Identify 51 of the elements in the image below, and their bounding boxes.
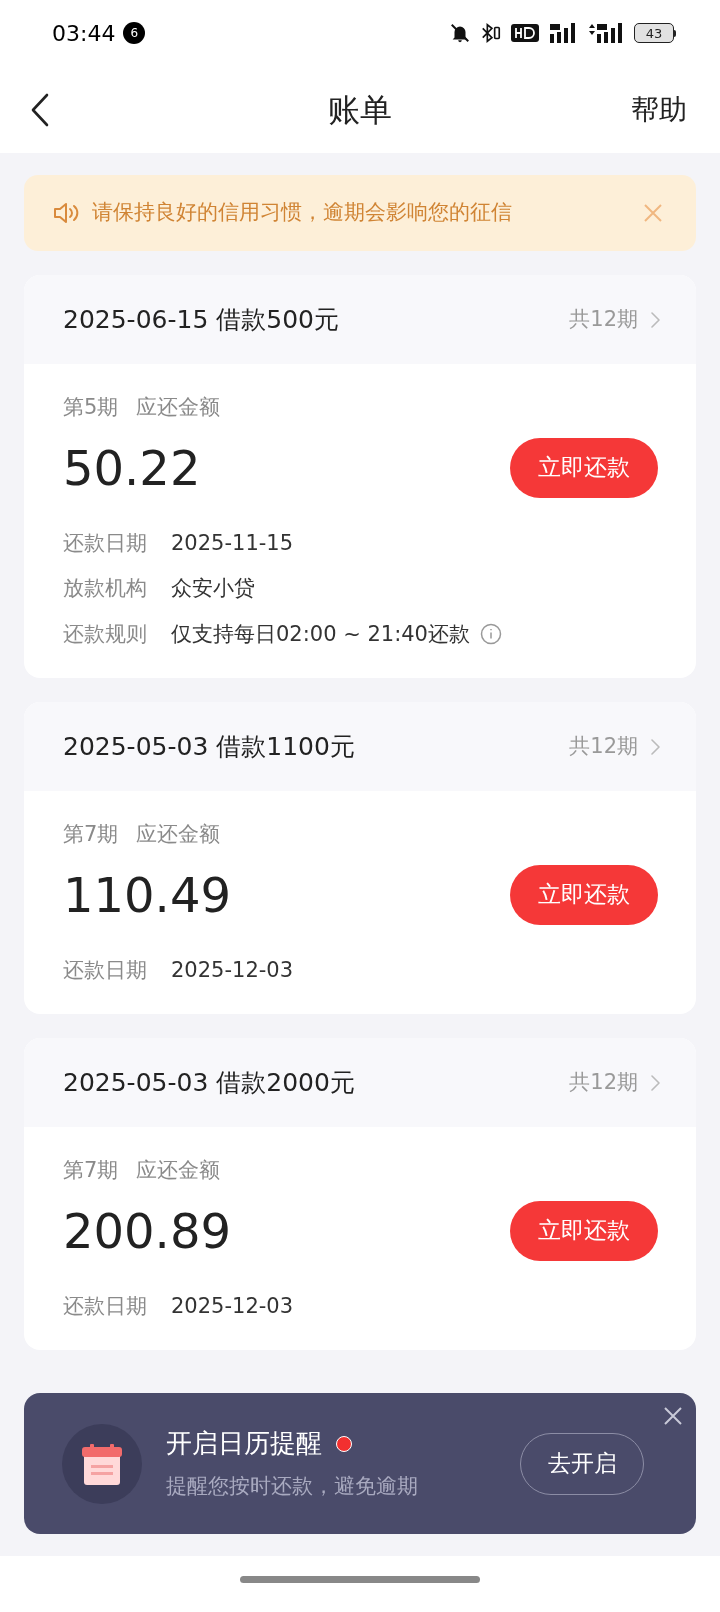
- detail-label: 还款日期: [63, 956, 147, 984]
- status-time: 03:44: [52, 19, 116, 48]
- detail-value: 2025-12-03: [171, 1292, 294, 1320]
- amount-label: 应还金额: [136, 1157, 221, 1184]
- battery-icon: 43: [634, 23, 676, 43]
- reminder-title: 开启日历提醒: [166, 1427, 322, 1461]
- chevron-right-icon: [650, 737, 660, 756]
- installment-total: 共12期: [569, 1068, 638, 1096]
- loan-title: 2025-06-15 借款500元: [63, 303, 339, 336]
- amount-due: 50.22: [63, 443, 201, 492]
- amount-due: 200.89: [63, 1206, 231, 1255]
- detail-value: 2025-11-15: [171, 529, 294, 557]
- bill-card-header[interactable]: 2025-05-03 借款1100元 共12期: [24, 702, 696, 791]
- period-label: 第7期: [63, 821, 119, 848]
- bluetooth-icon: [480, 22, 502, 44]
- bill-card-header[interactable]: 2025-06-15 借款500元 共12期: [24, 275, 696, 364]
- detail-value: 仅支持每日02:00 ~ 21:40还款: [171, 620, 470, 648]
- period-label: 第5期: [63, 394, 119, 421]
- reminder-subtitle: 提醒您按时还款，避免逾期: [166, 1473, 418, 1501]
- bill-card-header[interactable]: 2025-05-03 借款2000元 共12期: [24, 1038, 696, 1127]
- detail-label: 还款日期: [63, 529, 147, 557]
- amount-label: 应还金额: [136, 394, 221, 421]
- detail-label: 放款机构: [63, 575, 147, 602]
- info-icon[interactable]: [480, 623, 502, 646]
- period-label: 第7期: [63, 1157, 119, 1184]
- detail-value: 2025-12-03: [171, 956, 294, 984]
- back-icon[interactable]: [30, 92, 50, 127]
- signal-icon: [587, 22, 625, 44]
- detail-label: 还款规则: [63, 620, 147, 648]
- page-title: 账单: [328, 89, 392, 131]
- hd-icon: [511, 24, 539, 42]
- repay-button[interactable]: 立即还款: [510, 864, 658, 925]
- help-link[interactable]: 帮助: [631, 88, 687, 131]
- amount-due: 110.49: [63, 870, 231, 919]
- repay-button[interactable]: 立即还款: [510, 437, 658, 498]
- installment-total: 共12期: [569, 732, 638, 760]
- repay-button[interactable]: 立即还款: [510, 1200, 658, 1261]
- close-icon[interactable]: [664, 1407, 682, 1425]
- loan-title: 2025-05-03 借款2000元: [63, 1066, 355, 1099]
- notification-count: 6: [123, 22, 146, 44]
- notice-text: 请保持良好的信用习惯，逾期会影响您的征信: [92, 199, 512, 227]
- speaker-icon: [52, 201, 80, 225]
- installment-total: 共12期: [569, 305, 638, 333]
- chevron-right-icon: [650, 310, 660, 329]
- muted-bell-icon: [449, 22, 471, 44]
- chevron-right-icon: [650, 1073, 660, 1092]
- amount-label: 应还金额: [136, 821, 221, 848]
- detail-label: 还款日期: [63, 1292, 147, 1320]
- signal-icon: [548, 22, 578, 44]
- detail-value: 众安小贷: [171, 575, 255, 602]
- loan-title: 2025-05-03 借款1100元: [63, 730, 355, 763]
